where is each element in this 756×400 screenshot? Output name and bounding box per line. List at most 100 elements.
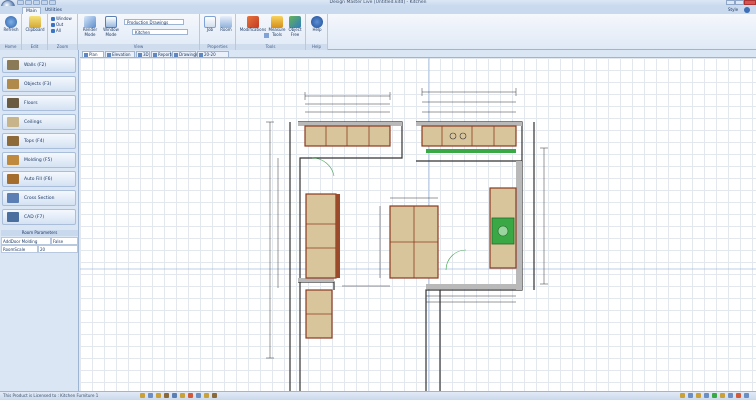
room-select[interactable]: Kitchen <box>132 29 188 35</box>
tool-button-label: Walls (F2) <box>24 63 47 68</box>
view-icon[interactable] <box>680 393 685 398</box>
ribbon-group-tools: Modifications Measure Tools Object Free … <box>236 14 306 50</box>
refresh-button[interactable]: Refresh <box>2 16 20 33</box>
tool-button-label: Molding (F5) <box>24 158 53 163</box>
quick-access-save-icon[interactable] <box>17 0 24 5</box>
quick-access-redo-icon[interactable] <box>33 0 40 5</box>
ribbon-group-help: Help Help <box>306 14 328 50</box>
kitchen-floor-plan <box>80 58 756 391</box>
view-icon[interactable] <box>720 393 725 398</box>
production-drawings-dropdown[interactable]: Production Drawings <box>124 19 184 25</box>
close-button[interactable] <box>744 0 756 5</box>
zoom-out-button[interactable]: Out <box>51 22 63 27</box>
doc-tab-drawings[interactable]: Drawings <box>172 51 198 58</box>
doc-tab-20-20-center[interactable]: 20-20 Center <box>197 51 229 63</box>
tool-button-molding[interactable]: Molding (F5) <box>2 152 76 168</box>
cabinet-edge <box>336 194 340 278</box>
view-icon[interactable] <box>704 393 709 398</box>
tool-button-cross-section[interactable]: Cross Section <box>2 190 76 206</box>
view-icon[interactable] <box>688 393 693 398</box>
snap-icon[interactable] <box>140 393 145 398</box>
tool-button-walls[interactable]: Walls (F2) <box>2 57 76 73</box>
room-param-value[interactable]: 20 <box>38 245 78 253</box>
view-icon[interactable] <box>712 393 717 398</box>
ribbon-group-home: Refresh Home <box>0 14 22 50</box>
quick-access-dropdown-icon[interactable] <box>49 0 56 5</box>
door-swing <box>311 157 335 177</box>
tops-icon <box>7 136 19 146</box>
doc-tab-icon <box>107 53 111 57</box>
render-mode-label: Render Mode <box>82 27 98 37</box>
doc-tab-elevation[interactable]: Elevation <box>105 51 135 58</box>
room-param-value[interactable]: False <box>51 237 78 245</box>
measure-tools-button[interactable]: Measure Tools <box>268 16 286 37</box>
cabinet-icon[interactable] <box>204 393 209 398</box>
tool-button-ceilings[interactable]: Ceilings <box>2 114 76 130</box>
tool-button-auto-fill[interactable]: Auto Fill (F6) <box>2 171 76 187</box>
dimensions-icon[interactable] <box>172 393 177 398</box>
doc-tab-label: 3D <box>143 52 149 57</box>
room-select-value: Kitchen <box>135 30 151 35</box>
zoom-all-label: All <box>56 28 61 33</box>
grid-icon[interactable] <box>148 393 153 398</box>
tool-button-label: Tops (F4) <box>24 139 45 144</box>
job-button[interactable]: Job <box>202 16 218 33</box>
minimize-button[interactable] <box>726 0 735 5</box>
wood-icon[interactable] <box>212 393 217 398</box>
object-free-button[interactable]: Object Free <box>286 16 304 37</box>
maximize-button[interactable] <box>735 0 744 5</box>
labels-icon[interactable] <box>180 393 185 398</box>
tab-utilities[interactable]: Utilities <box>42 7 65 14</box>
doc-tab-reports[interactable]: Reports <box>151 51 173 58</box>
modifications-button[interactable]: Modifications <box>238 16 268 33</box>
cabinet-run-top-right <box>421 125 517 153</box>
window-mode-button[interactable]: Window Mode <box>100 16 122 37</box>
refresh-label: Refresh <box>3 27 19 32</box>
ceilings-icon <box>7 117 19 127</box>
cad-icon <box>7 212 19 222</box>
lock-icon[interactable] <box>188 393 193 398</box>
view-icon[interactable] <box>744 393 749 398</box>
tool-button-label: CAD (F7) <box>24 215 45 220</box>
doc-tab-icon <box>84 53 88 57</box>
ribbon-group-edit: Clipboard Edit <box>22 14 48 50</box>
tool-button-tops[interactable]: Tops (F4) <box>2 133 76 149</box>
view-icon[interactable] <box>728 393 733 398</box>
style-menu[interactable]: Style <box>728 7 738 13</box>
layout-icon[interactable] <box>196 393 201 398</box>
help-button[interactable]: Help <box>308 16 326 33</box>
doc-tab-3d[interactable]: 3D <box>136 51 150 58</box>
plan-drawing-canvas[interactable] <box>80 58 756 391</box>
production-drawings-label: Production Drawings <box>127 20 169 25</box>
doc-tab-icon <box>138 53 142 57</box>
tool-button-objects[interactable]: Objects (F3) <box>2 76 76 92</box>
view-icon[interactable] <box>736 393 741 398</box>
door-swing <box>445 249 467 271</box>
room-button[interactable]: Room <box>218 16 234 33</box>
tool-button-cad[interactable]: CAD (F7) <box>2 209 76 225</box>
doc-tab-label: Elevation <box>112 52 131 57</box>
help-circle-icon[interactable] <box>744 7 750 13</box>
window-mode-label: Window Mode <box>103 27 119 37</box>
layers-icon[interactable] <box>164 393 169 398</box>
cabinet-run-left <box>305 193 340 279</box>
ortho-icon[interactable] <box>156 393 161 398</box>
view-icon[interactable] <box>696 393 701 398</box>
cross-section-icon <box>7 193 19 203</box>
zoom-out-icon <box>51 23 55 27</box>
sink-basin <box>497 225 509 237</box>
tool-button-floors[interactable]: Floors <box>2 95 76 111</box>
floors-icon <box>7 98 19 108</box>
doc-tab-label: Plan <box>89 52 98 57</box>
render-mode-button[interactable]: Render Mode <box>80 16 100 37</box>
zoom-window-icon <box>51 17 55 21</box>
zoom-window-button[interactable]: Window <box>51 16 72 21</box>
cabinet <box>304 125 391 147</box>
quick-access-undo-icon[interactable] <box>25 0 32 5</box>
zoom-all-button[interactable]: All <box>51 28 61 33</box>
kitchen-island <box>389 205 439 279</box>
clipboard-button[interactable]: Clipboard <box>25 16 45 33</box>
doc-tab-plan[interactable]: Plan <box>82 51 104 58</box>
quick-access-print-icon[interactable] <box>41 0 48 5</box>
clipboard-label: Clipboard <box>25 27 45 32</box>
